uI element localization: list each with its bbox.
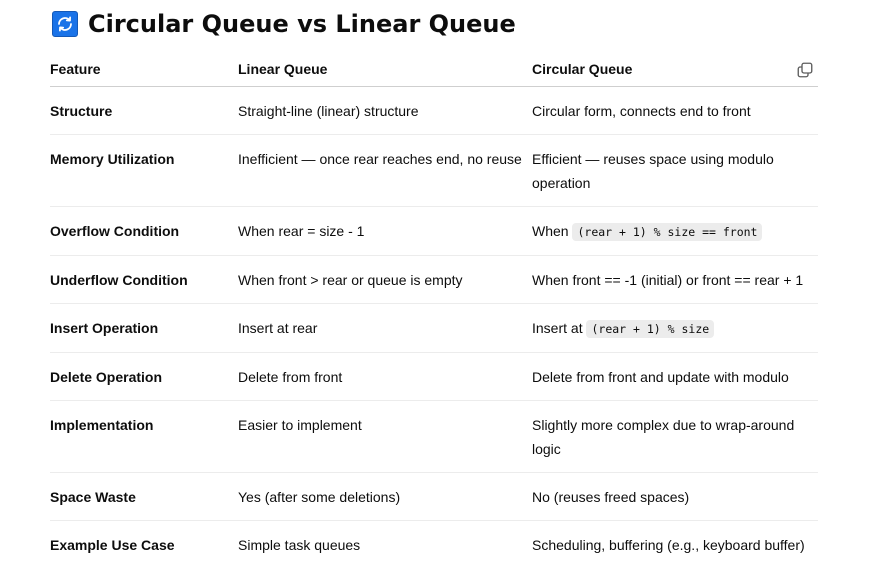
- comparison-table: Feature Linear Queue Circular Queue Stru…: [50, 52, 818, 568]
- circular-cell: No (reuses freed spaces): [532, 472, 818, 521]
- circular-cell: Scheduling, buffering (e.g., keyboard bu…: [532, 521, 818, 569]
- table-row: Underflow Condition When front > rear or…: [50, 255, 818, 304]
- comparison-table-container: Feature Linear Queue Circular Queue Stru…: [50, 52, 818, 568]
- inline-code: (rear + 1) % size: [586, 320, 715, 338]
- linear-cell: Straight-line (linear) structure: [238, 86, 532, 135]
- feature-cell: Delete Operation: [50, 352, 238, 401]
- linear-cell: Insert at rear: [238, 303, 532, 353]
- refresh-icon: [52, 11, 78, 37]
- circular-text: When: [532, 223, 573, 239]
- feature-cell: Space Waste: [50, 472, 238, 521]
- circular-cell: Insert at (rear + 1) % size: [532, 303, 818, 353]
- header-circular-queue: Circular Queue: [532, 52, 818, 87]
- linear-cell: Yes (after some deletions): [238, 472, 532, 521]
- linear-cell: Inefficient — once rear reaches end, no …: [238, 134, 532, 207]
- feature-cell: Insert Operation: [50, 303, 238, 353]
- circular-text: When front == -1 (initial) or front == r…: [532, 272, 804, 288]
- table-row: Insert Operation Insert at rear Insert a…: [50, 303, 818, 353]
- linear-cell: Delete from front: [238, 352, 532, 401]
- circular-text: Circular form, connects end to front: [532, 103, 751, 119]
- circular-text: Slightly more complex due to wrap-around…: [532, 417, 795, 457]
- table-row: Structure Straight-line (linear) structu…: [50, 86, 818, 135]
- circular-text: Delete from front and update with modulo: [532, 369, 789, 385]
- linear-cell: When rear = size - 1: [238, 206, 532, 256]
- table-header-row: Feature Linear Queue Circular Queue: [50, 52, 818, 87]
- inline-code: (rear + 1) % size == front: [572, 223, 763, 241]
- circular-cell: Circular form, connects end to front: [532, 86, 818, 135]
- table-row: Space Waste Yes (after some deletions) N…: [50, 472, 818, 521]
- linear-cell: When front > rear or queue is empty: [238, 255, 532, 304]
- feature-cell: Overflow Condition: [50, 206, 238, 256]
- table-row: Example Use Case Simple task queues Sche…: [50, 521, 818, 569]
- circular-cell: Slightly more complex due to wrap-around…: [532, 400, 818, 473]
- linear-cell: Easier to implement: [238, 400, 532, 473]
- circular-cell: When front == -1 (initial) or front == r…: [532, 255, 818, 304]
- circular-cell: Efficient — reuses space using modulo op…: [532, 134, 818, 207]
- header-feature: Feature: [50, 52, 238, 87]
- feature-cell: Structure: [50, 86, 238, 135]
- feature-cell: Implementation: [50, 400, 238, 473]
- table-row: Delete Operation Delete from front Delet…: [50, 352, 818, 401]
- feature-cell: Memory Utilization: [50, 134, 238, 207]
- page-title: Circular Queue vs Linear Queue: [88, 10, 516, 38]
- page-heading: Circular Queue vs Linear Queue: [52, 10, 516, 38]
- circular-text: No (reuses freed spaces): [532, 489, 690, 505]
- linear-cell: Simple task queues: [238, 537, 361, 553]
- table-row: Memory Utilization Inefficient — once re…: [50, 134, 818, 207]
- circular-text: Efficient — reuses space using modulo op…: [532, 151, 774, 191]
- table-row: Implementation Easier to implement Sligh…: [50, 400, 818, 473]
- feature-cell: Example Use Case: [50, 537, 175, 553]
- circular-cell: Delete from front and update with modulo: [532, 352, 818, 401]
- feature-cell: Underflow Condition: [50, 255, 238, 304]
- header-linear-queue: Linear Queue: [238, 52, 532, 87]
- circular-cell: When (rear + 1) % size == front: [532, 206, 818, 256]
- table-row: Overflow Condition When rear = size - 1 …: [50, 206, 818, 256]
- circular-text: Insert at: [532, 320, 587, 336]
- circular-text: Scheduling, buffering (e.g., keyboard bu…: [532, 537, 805, 553]
